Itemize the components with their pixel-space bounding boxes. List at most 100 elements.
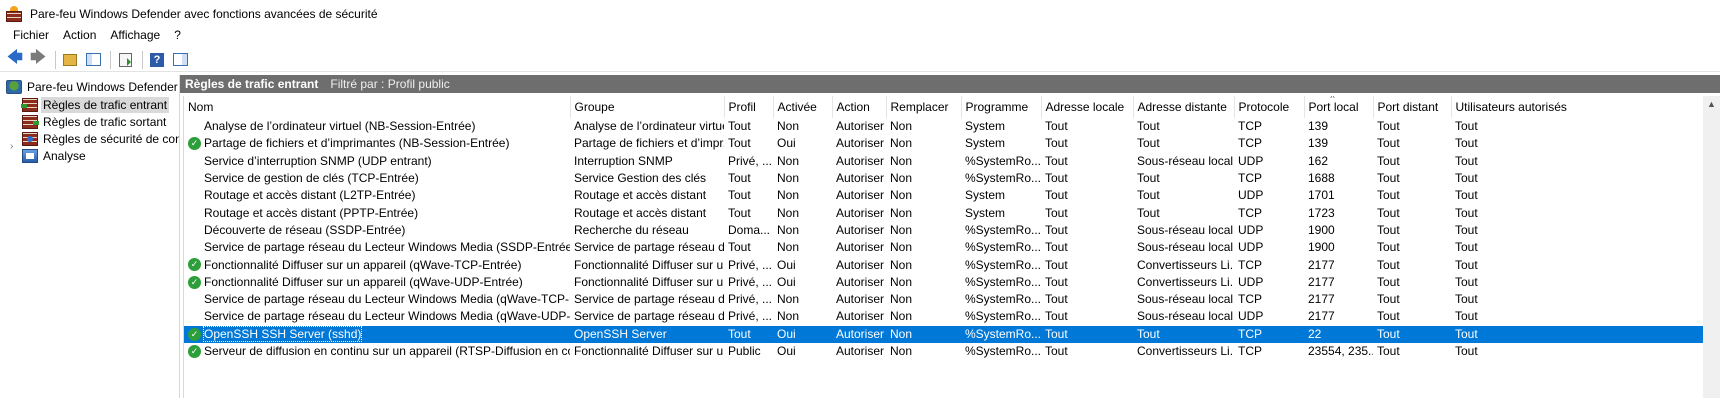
table-cell: Tout [1455, 274, 1478, 289]
table-row[interactable]: Service d’interruption SNMP (UDP entrant… [184, 153, 1720, 170]
back-button[interactable]: 🡄 [5, 49, 25, 70]
show-action-pane-button[interactable] [170, 50, 190, 70]
table-cell: Non [777, 153, 800, 168]
table-row[interactable]: Service de partage réseau du Lecteur Win… [184, 291, 1720, 308]
column-header[interactable]: Utilisateurs autorisés [1451, 96, 1720, 118]
column-header[interactable]: Port distant [1373, 96, 1452, 118]
table-cell: Oui [777, 136, 796, 151]
tree-item-inbound-rules[interactable]: Règles de trafic entrant [21, 96, 170, 113]
table-row[interactable]: ✓ Fonctionnalité Diffuser sur un appareil… [184, 274, 1720, 291]
table-cell: Tout [1045, 136, 1068, 151]
table-cell: Tout [1455, 119, 1478, 134]
table-cell: UDP [1238, 309, 1264, 324]
table-cell: Tout [1045, 274, 1068, 289]
table-cell: Tout [728, 240, 751, 255]
rules-list: Nom Groupe Profil Activée Action Remplacer Pro… [183, 96, 1720, 398]
table-cell: Non [890, 119, 913, 134]
table-row[interactable]: Service de partage réseau du Lecteur Win… [184, 308, 1720, 325]
table-row[interactable]: Routage et accès distant (PPTP-Entrée) Ro… [184, 204, 1720, 221]
table-row[interactable]: Service de gestion de clés (TCP-Entrée) S… [184, 170, 1720, 187]
column-header[interactable]: Adresse locale [1041, 96, 1134, 118]
menu-action[interactable]: Action [56, 26, 103, 44]
table-cell: TCP [1238, 292, 1262, 307]
table-cell: Tout [1377, 292, 1400, 307]
table-row[interactable]: ✓ Serveur de diffusion en continu sur un … [184, 343, 1720, 360]
table-cell: Tout [1377, 205, 1400, 220]
rule-name-text: Fonctionnalité Diffuser sur un appareil … [204, 257, 522, 272]
column-header[interactable]: Protocole [1234, 96, 1305, 118]
up-folder-button[interactable] [60, 50, 80, 70]
table-cell: 2177 [1308, 309, 1335, 324]
show-console-tree-button[interactable] [83, 50, 103, 70]
table-row[interactable]: ✓ Partage de fichiers et d’imprimantes (N… [184, 135, 1720, 152]
main-header-bar: Règles de trafic entrant Filtré par : Pr… [180, 75, 1568, 93]
table-cell: Non [890, 188, 913, 203]
table-row[interactable]: Analyse de l’ordinateur virtuel (NB-Sess… [184, 118, 1720, 135]
firewall-root-icon [6, 79, 22, 94]
menu-fichier[interactable]: Fichier [6, 26, 56, 44]
table-cell: Non [777, 309, 800, 324]
scroll-up-icon[interactable]: ▲ [1707, 99, 1716, 109]
table-cell: UDP [1238, 153, 1264, 168]
table-cell: Privé, ... [728, 257, 773, 272]
vertical-scrollbar[interactable]: ▲ [1703, 96, 1720, 398]
table-cell: Fonctionnalité Diffuser sur u... [574, 274, 724, 289]
table-cell: Tout [1045, 257, 1068, 272]
table-cell: 1900 [1308, 240, 1335, 255]
rule-name-text: Serveur de diffusion en continu sur un a… [204, 344, 570, 358]
table-cell: %SystemRo... [965, 257, 1041, 272]
show-console-tree-icon [85, 53, 101, 66]
table-cell: Public [728, 344, 761, 358]
table-cell: Oui [777, 344, 796, 358]
table-cell: Oui [777, 257, 796, 272]
table-row[interactable]: ✓ OpenSSH SSH Server (sshd) OpenSSH Server… [184, 325, 1720, 343]
table-cell: Routage et accès distant [574, 205, 707, 220]
column-header[interactable]: Programme [961, 96, 1042, 118]
column-header[interactable]: Remplacer [886, 96, 962, 118]
table-cell: Tout [1455, 171, 1478, 186]
column-header[interactable]: Nom [184, 96, 571, 118]
tree-item-outbound-rules[interactable]: Règles de trafic sortant [22, 113, 168, 130]
table-cell: Tout [1045, 309, 1068, 324]
column-header[interactable]: ^ Port local [1304, 96, 1374, 118]
column-header[interactable]: Profil [724, 96, 774, 118]
table-cell: Non [890, 136, 913, 151]
menu-help[interactable]: ? [167, 26, 188, 44]
table-cell: 1688 [1308, 171, 1335, 186]
forward-button[interactable]: 🡆 [28, 49, 48, 70]
table-cell: Non [777, 205, 800, 220]
table-cell: %SystemRo... [965, 222, 1041, 237]
table-cell: Tout [1137, 205, 1160, 220]
table-row[interactable]: ✓ Fonctionnalité Diffuser sur un appareil… [184, 256, 1720, 273]
table-cell: Tout [728, 188, 751, 203]
table-row[interactable]: Découverte de réseau (SSDP-Entrée) Recher… [184, 222, 1720, 239]
column-header[interactable]: Action [832, 96, 887, 118]
table-cell: Non [890, 240, 913, 255]
expand-chevron-icon[interactable]: › [10, 141, 13, 152]
table-cell: TCP [1238, 136, 1262, 151]
table-cell: Privé, ... [728, 153, 773, 168]
column-header[interactable]: Groupe [570, 96, 725, 118]
tree-item-connection-security[interactable]: Règles de sécurité de connexion [22, 130, 179, 147]
up-folder-icon [63, 53, 77, 66]
menu-affichage[interactable]: Affichage [103, 26, 167, 44]
table-cell: 1900 [1308, 222, 1335, 237]
column-header[interactable]: Adresse distante [1133, 96, 1235, 118]
forward-icon: 🡆 [30, 49, 46, 66]
table-row[interactable]: Service de partage réseau du Lecteur Win… [184, 239, 1720, 256]
table-cell: Tout [1137, 136, 1160, 151]
title-bar: Pare-feu Windows Defender avec fonctions… [0, 0, 1720, 28]
table-cell: Tout [1045, 222, 1068, 237]
table-row[interactable]: Routage et accès distant (L2TP-Entrée) Ro… [184, 187, 1720, 204]
table-cell: Tout [1377, 171, 1400, 186]
column-header[interactable]: Activée [773, 96, 833, 118]
table-cell: Tout [1377, 257, 1400, 272]
tree-item-analyse[interactable]: Analyse [22, 147, 88, 164]
table-cell: Tout [1455, 257, 1478, 272]
help-button[interactable]: ? [147, 50, 167, 70]
export-list-button[interactable] [115, 50, 135, 70]
table-cell: Tout [1455, 292, 1478, 307]
sort-ascending-icon: ^ [1330, 96, 1335, 103]
tree-root[interactable]: Pare-feu Windows Defender avec fonctions… [6, 78, 179, 95]
table-cell: Tout [1455, 188, 1478, 203]
